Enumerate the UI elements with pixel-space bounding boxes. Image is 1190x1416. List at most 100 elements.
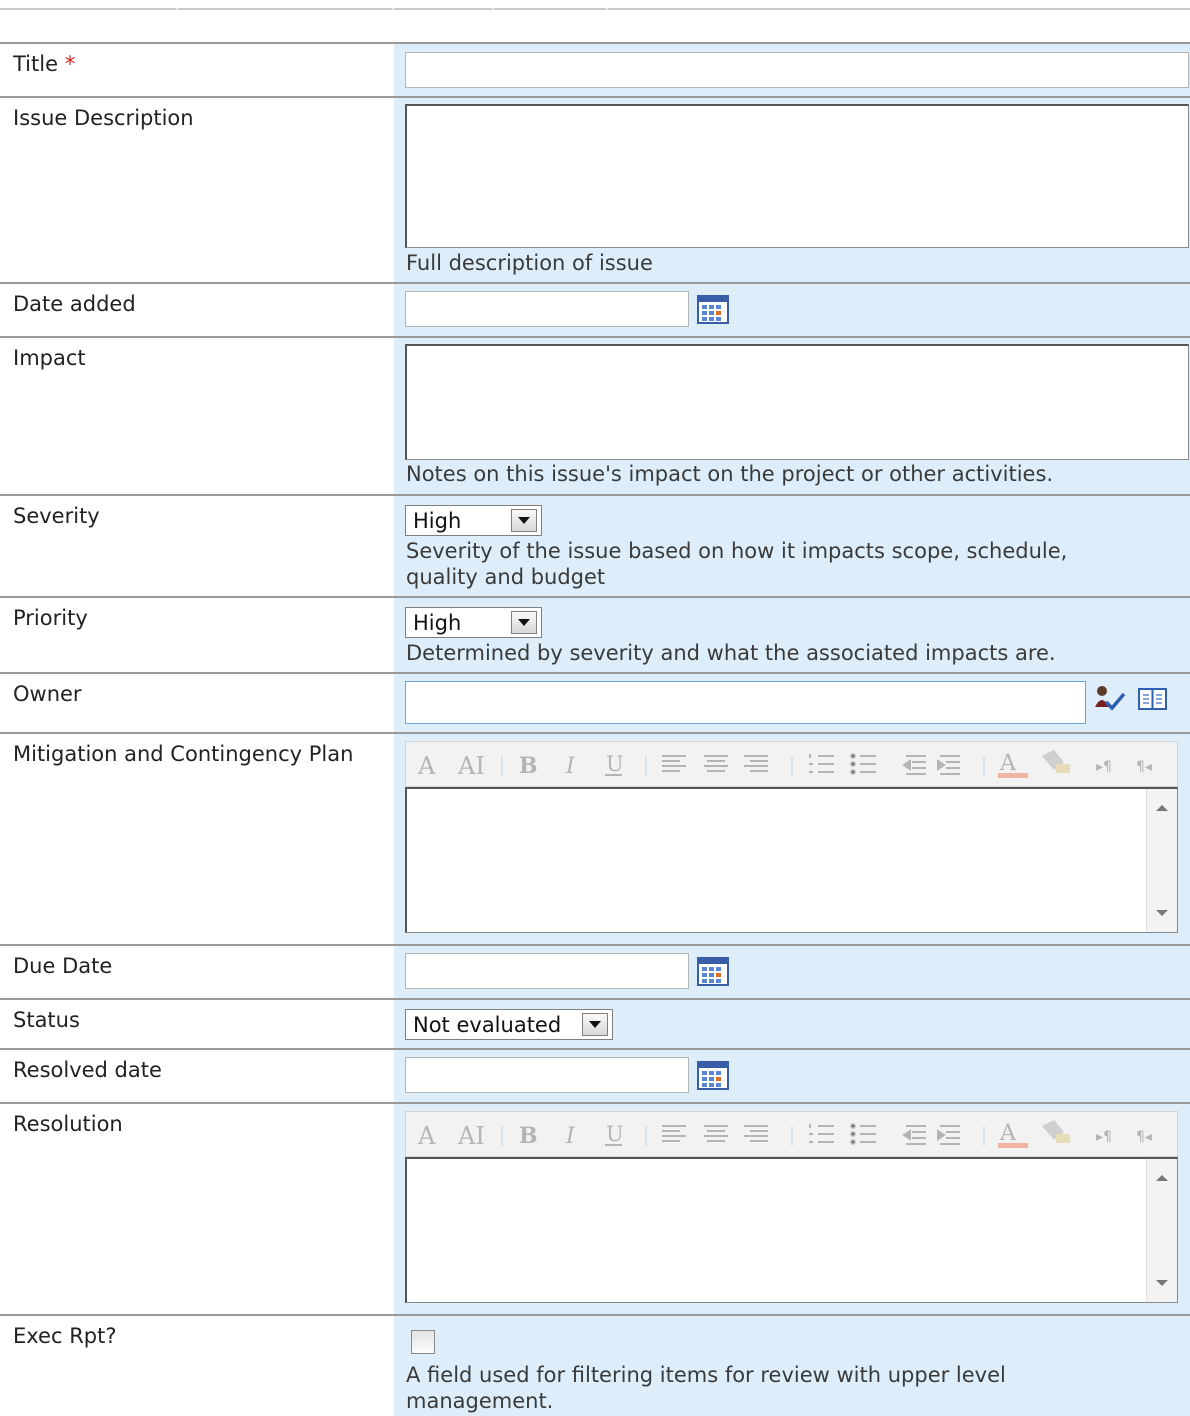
scrollbar[interactable] [1146,789,1177,932]
scroll-down-icon[interactable] [1156,910,1168,916]
required-marker: * [64,52,76,76]
increase-indent-icon [937,755,960,775]
rich-text-toolbar: A AI B I U A ▸¶ ¶◂ [405,1111,1178,1157]
scroll-down-icon[interactable] [1156,1280,1168,1286]
title-input[interactable] [405,52,1189,88]
impact-textarea[interactable] [405,344,1189,460]
resolved-date-input[interactable] [405,1057,689,1093]
row-divider [0,1102,1190,1104]
issue-description-textarea[interactable] [405,104,1189,248]
issue-description-label: Issue Description [13,106,194,130]
text-color-icon: A [999,1121,1017,1146]
status-select-value: Not evaluated [413,1012,562,1037]
row-divider [0,282,1190,284]
check-names-icon[interactable] [1094,685,1128,713]
underline-icon: U [606,752,624,776]
row-divider [0,596,1190,598]
mitigation-editor-area[interactable] [405,787,1178,933]
font-size-icon: AI [457,752,485,780]
severity-help: Severity of the issue based on how it im… [406,538,1067,590]
numbered-list-icon [809,1124,834,1143]
align-center-icon [704,755,728,772]
severity-help-line: Severity of the issue based on how it im… [406,539,1068,563]
priority-select-value: High [413,610,462,635]
priority-help: Determined by severity and what the asso… [406,641,1056,665]
title-label: Title * [13,52,75,76]
impact-label: Impact [13,346,86,370]
italic-icon: I [565,1124,576,1149]
bold-icon: B [519,753,538,779]
row-divider [0,494,1190,496]
mitigation-label: Mitigation and Contingency Plan [13,742,354,766]
row-divider [0,96,1190,98]
rtl-icon: ¶◂ [1136,759,1152,775]
top-border [0,8,1190,10]
chevron-down-icon[interactable] [511,611,537,634]
exec-rpt-help-line: management. [406,1389,554,1413]
scroll-up-icon[interactable] [1156,1175,1168,1181]
decrease-indent-icon [902,755,926,775]
exec-rpt-label: Exec Rpt? [13,1324,117,1348]
align-center-icon [704,1125,728,1142]
chevron-down-icon[interactable] [511,509,537,532]
highlight-color-icon [1042,750,1070,773]
ltr-icon: ▸¶ [1096,759,1112,775]
severity-help-line: quality and budget [406,565,606,589]
resolution-label: Resolution [13,1112,123,1136]
rich-text-toolbar: A AI B I U A ▸¶ ¶◂ [405,741,1178,787]
status-label: Status [13,1008,80,1032]
calendar-icon[interactable] [696,955,730,987]
issue-description-help: Full description of issue [406,251,653,275]
due-date-input[interactable] [405,953,689,989]
scrollbar[interactable] [1146,1159,1177,1302]
row-divider [0,672,1190,674]
font-size-icon: AI [457,1122,485,1150]
severity-select[interactable]: High [405,505,542,536]
due-date-label: Due Date [13,954,113,978]
align-right-icon [744,755,768,772]
date-added-input[interactable] [405,291,689,327]
numbered-list-icon [809,754,834,773]
row-divider [0,336,1190,338]
scroll-up-icon[interactable] [1156,805,1168,811]
increase-indent-icon [937,1125,960,1145]
row-divider [0,42,1190,44]
resolution-editor-area[interactable] [405,1157,1178,1303]
calendar-icon[interactable] [696,1059,730,1091]
ltr-icon: ▸¶ [1096,1129,1112,1145]
underline-icon: U [606,1122,624,1146]
exec-rpt-checkbox[interactable] [411,1330,435,1354]
priority-select[interactable]: High [405,607,542,638]
rtl-icon: ¶◂ [1136,1129,1152,1145]
impact-help: Notes on this issue's impact on the proj… [406,462,1054,486]
font-icon: A [417,752,436,780]
bulleted-list-icon [850,753,876,775]
owner-label: Owner [13,682,82,706]
mitigation-rich-text-editor[interactable]: A AI B I U A ▸¶ ¶◂ [405,741,1178,933]
resolution-rich-text-editor[interactable]: A AI B I U A ▸¶ ¶◂ [405,1111,1178,1303]
decrease-indent-icon [902,1125,926,1145]
chevron-down-icon[interactable] [582,1013,608,1036]
text-color-icon: A [999,751,1017,776]
align-left-icon [662,1125,686,1142]
row-divider [0,732,1190,734]
calendar-icon[interactable] [696,293,730,325]
address-book-icon[interactable] [1137,686,1169,712]
owner-input[interactable] [405,681,1086,724]
row-divider [0,998,1190,1000]
bulleted-list-icon [850,1123,876,1145]
priority-label: Priority [13,606,88,630]
row-divider [0,1314,1190,1316]
bold-icon: B [519,1123,538,1149]
align-right-icon [744,1125,768,1142]
severity-select-value: High [413,508,462,533]
exec-rpt-help: A field used for filtering items for rev… [406,1362,1006,1414]
severity-label: Severity [13,504,100,528]
row-divider [0,1048,1190,1050]
resolved-date-label: Resolved date [13,1058,162,1082]
highlight-color-icon [1042,1120,1070,1143]
italic-icon: I [565,754,576,779]
exec-rpt-help-line: A field used for filtering items for rev… [406,1363,1006,1387]
font-icon: A [417,1122,436,1150]
status-select[interactable]: Not evaluated [405,1009,613,1040]
